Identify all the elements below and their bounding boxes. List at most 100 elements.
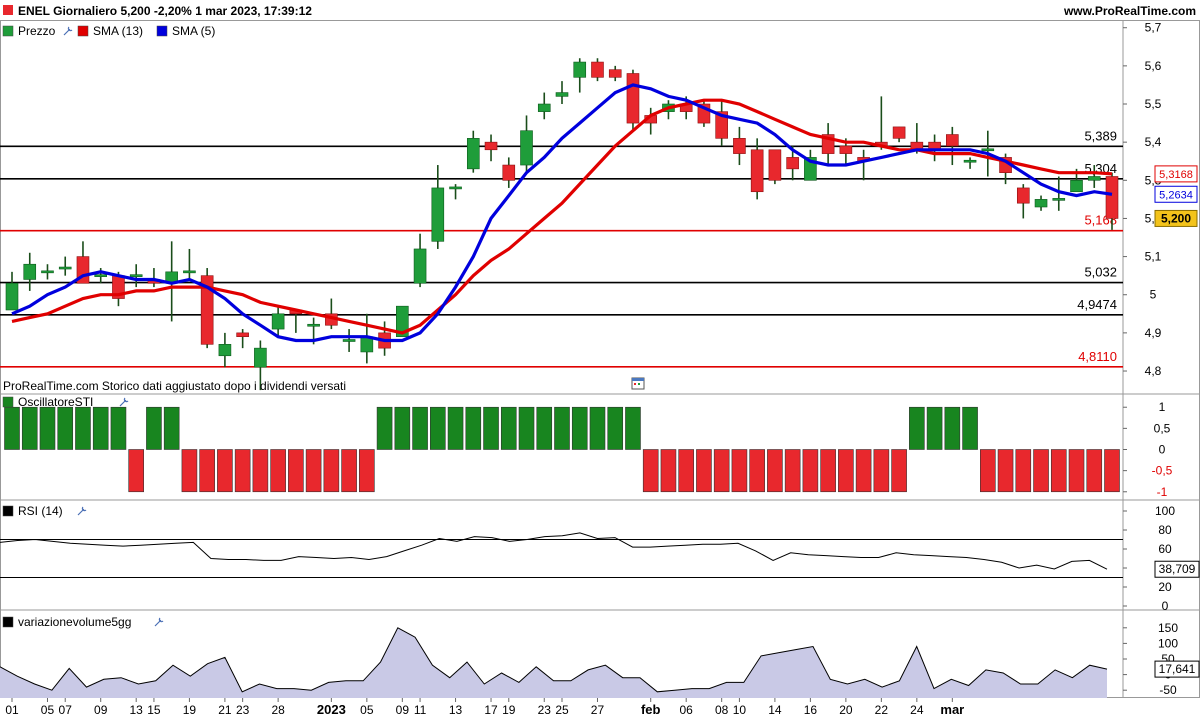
- candle[interactable]: [449, 186, 462, 190]
- candle[interactable]: [750, 149, 764, 193]
- oscillator-bar[interactable]: [767, 449, 783, 493]
- oscillator-bar[interactable]: [465, 406, 482, 450]
- oscillator-bar[interactable]: [270, 449, 286, 493]
- settings-icon[interactable]: [154, 617, 164, 627]
- oscillator-bar[interactable]: [110, 406, 127, 450]
- oscillator-bar[interactable]: [1033, 449, 1049, 493]
- oscillator-bar[interactable]: [412, 406, 428, 450]
- oscillator-bar[interactable]: [1050, 449, 1067, 493]
- oscillator-bar[interactable]: [341, 449, 357, 493]
- oscillator-bar[interactable]: [678, 449, 694, 493]
- oscillator-bar[interactable]: [926, 406, 943, 450]
- oscillator-bar[interactable]: [980, 449, 996, 493]
- oscillator-bar[interactable]: [731, 449, 748, 493]
- volume-panel[interactable]: 150100500-5017,641variazionevolume5gg: [0, 615, 1200, 698]
- candle[interactable]: [129, 274, 143, 277]
- candle[interactable]: [254, 347, 267, 368]
- oscillator-bar[interactable]: [21, 406, 38, 450]
- candle[interactable]: [41, 270, 54, 274]
- oscillator-bar[interactable]: [554, 406, 570, 450]
- candle[interactable]: [1016, 187, 1030, 204]
- candle[interactable]: [786, 157, 799, 170]
- oscillator-bar[interactable]: [217, 449, 233, 493]
- oscillator-bar[interactable]: [1104, 449, 1120, 493]
- settings-icon[interactable]: [77, 506, 87, 516]
- candle[interactable]: [537, 103, 551, 112]
- oscillator-bar[interactable]: [518, 406, 535, 450]
- oscillator-bar[interactable]: [997, 449, 1014, 493]
- oscillator-bar[interactable]: [909, 406, 925, 450]
- candle[interactable]: [626, 73, 640, 124]
- oscillator-bar[interactable]: [749, 449, 765, 493]
- oscillator-bar[interactable]: [92, 406, 109, 450]
- candle[interactable]: [466, 138, 480, 170]
- oscillator-bar[interactable]: [500, 406, 517, 450]
- candle[interactable]: [733, 138, 746, 154]
- calendar-icon[interactable]: [631, 377, 645, 390]
- oscillator-bar[interactable]: [376, 406, 393, 450]
- candle[interactable]: [58, 266, 72, 270]
- oscillator-bar[interactable]: [536, 406, 553, 450]
- candle[interactable]: [218, 344, 232, 357]
- oscillator-bar[interactable]: [252, 449, 269, 493]
- candle[interactable]: [342, 339, 356, 342]
- oscillator-bar[interactable]: [873, 449, 890, 493]
- oscillator-bar[interactable]: [39, 406, 56, 450]
- candle[interactable]: [768, 149, 782, 181]
- candle[interactable]: [946, 134, 959, 147]
- candle[interactable]: [981, 148, 995, 152]
- candle[interactable]: [94, 274, 108, 277]
- oscillator-bar[interactable]: [430, 406, 446, 450]
- oscillator-bar[interactable]: [57, 406, 74, 450]
- oscillator-bar[interactable]: [1086, 449, 1103, 493]
- oscillator-bar[interactable]: [642, 449, 659, 493]
- sti-panel[interactable]: 1 0,5 0 -0,5 -1 OscillatoreSTI: [2, 395, 1173, 499]
- oscillator-bar[interactable]: [589, 406, 606, 450]
- candle[interactable]: [307, 323, 320, 327]
- oscillator-bar[interactable]: [802, 449, 819, 493]
- candle[interactable]: [1052, 198, 1066, 201]
- oscillator-bar[interactable]: [305, 449, 322, 493]
- oscillator-bar[interactable]: [784, 449, 801, 493]
- price-panel[interactable]: 5,75,65,55,45,35,25,154,94,85,3895,3045,…: [0, 21, 1198, 391]
- candle[interactable]: [5, 282, 19, 311]
- candle[interactable]: [413, 248, 427, 284]
- oscillator-bar[interactable]: [181, 449, 198, 493]
- candle[interactable]: [431, 187, 445, 242]
- oscillator-bar[interactable]: [607, 406, 624, 450]
- rsi-line[interactable]: [0, 532, 1108, 570]
- settings-icon[interactable]: [63, 26, 73, 36]
- sma5-line[interactable]: [11, 83, 1113, 343]
- oscillator-bar[interactable]: [394, 406, 411, 450]
- oscillator-bar[interactable]: [447, 406, 464, 450]
- candle[interactable]: [573, 61, 587, 78]
- candle[interactable]: [608, 69, 622, 78]
- candle[interactable]: [484, 141, 498, 151]
- candle[interactable]: [271, 313, 285, 330]
- oscillator-bar[interactable]: [146, 406, 162, 450]
- candle[interactable]: [963, 159, 977, 163]
- candle[interactable]: [892, 126, 906, 139]
- oscillator-bar[interactable]: [713, 449, 730, 493]
- rsi-panel[interactable]: 10080604020038,709RSI (14): [0, 504, 1200, 613]
- candle[interactable]: [555, 92, 569, 97]
- settings-icon[interactable]: [119, 397, 129, 407]
- oscillator-bar[interactable]: [199, 449, 215, 493]
- oscillator-bar[interactable]: [288, 449, 304, 493]
- brand-link[interactable]: www.ProRealTime.com: [1063, 4, 1196, 18]
- oscillator-bar[interactable]: [323, 449, 340, 493]
- oscillator-bar[interactable]: [571, 406, 588, 450]
- candle[interactable]: [839, 145, 853, 154]
- oscillator-bar[interactable]: [625, 406, 641, 450]
- oscillator-bar[interactable]: [128, 449, 144, 493]
- candle[interactable]: [520, 130, 533, 166]
- candle[interactable]: [591, 61, 604, 78]
- oscillator-bar[interactable]: [820, 449, 836, 493]
- candle[interactable]: [1034, 199, 1048, 208]
- candle[interactable]: [1087, 176, 1101, 181]
- oscillator-bar[interactable]: [660, 449, 677, 493]
- oscillator-bar[interactable]: [855, 449, 872, 493]
- oscillator-bar[interactable]: [234, 449, 251, 493]
- candle[interactable]: [236, 332, 249, 337]
- oscillator-bar[interactable]: [838, 449, 854, 493]
